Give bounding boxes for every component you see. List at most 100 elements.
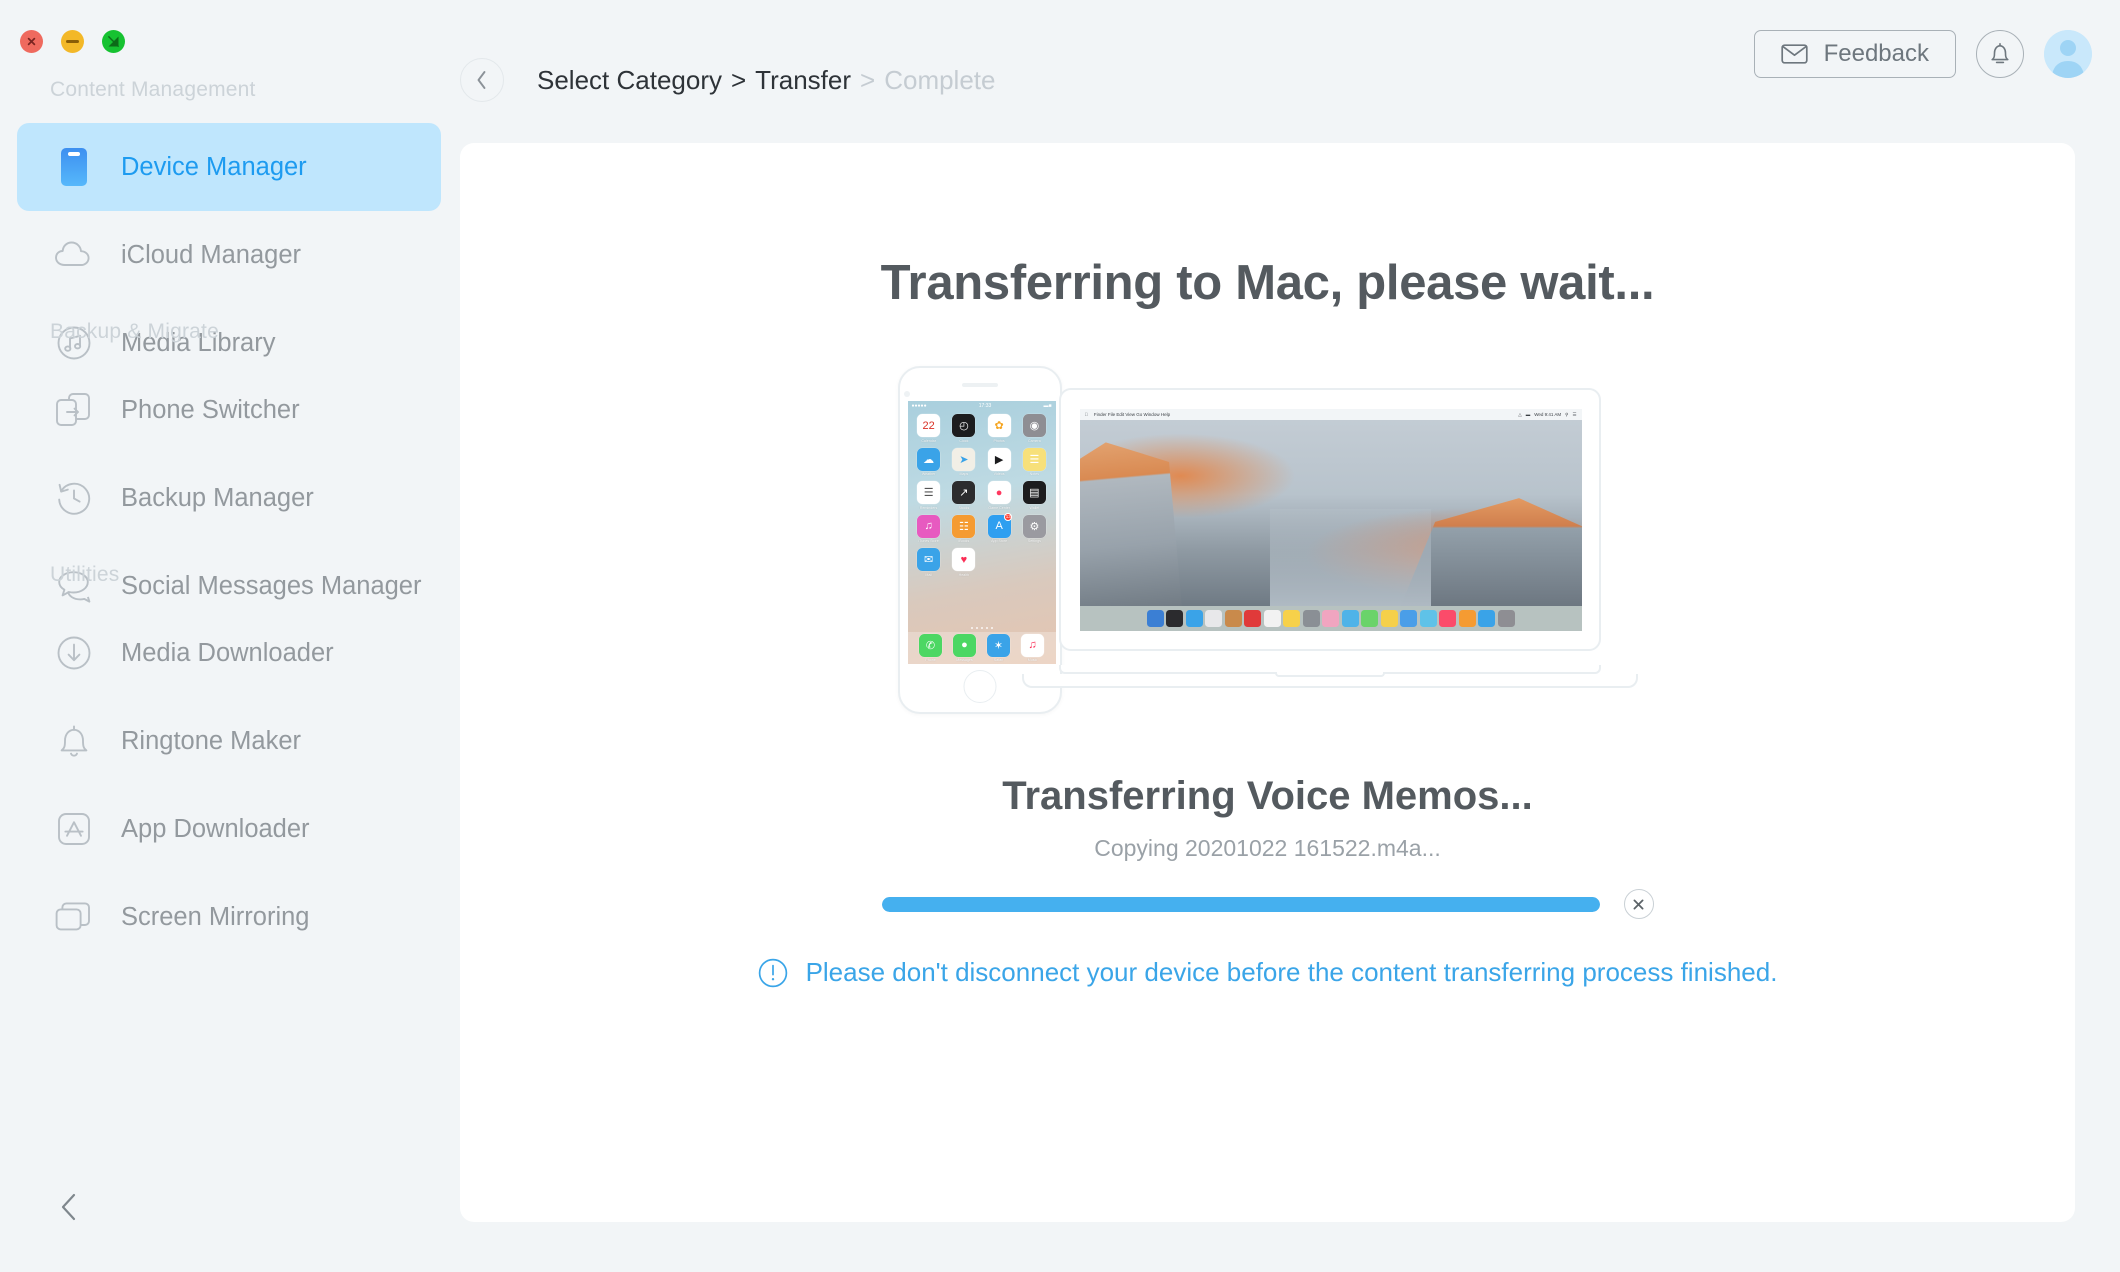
phone-transfer-icon [53, 389, 95, 431]
mac-dock [1079, 606, 1582, 631]
app-label: Messages [956, 658, 973, 663]
sidebar-item-backup-manager[interactable]: Backup Manager [17, 454, 441, 542]
sidebar-item-label: Media Downloader [121, 638, 334, 667]
sidebar-item-device-manager[interactable]: Device Manager [17, 123, 441, 211]
mac-dock-icon [1185, 610, 1203, 627]
ios-app-icon: ♫ iTunes Store [915, 514, 943, 543]
app-glyph: ☷ [952, 514, 976, 538]
mac-menu-right: △ ▬ Wed 9:41 AM ⚲ ☰ [1518, 412, 1576, 418]
progress-bar [881, 896, 1600, 912]
sidebar-section-title-content-management: Content Management [50, 78, 256, 101]
app-label: Calendar [921, 438, 936, 443]
bell-icon [1991, 43, 2009, 64]
mac-dock-icon [1458, 610, 1476, 627]
breadcrumb-item-transfer[interactable]: Transfer [755, 65, 851, 96]
top-bar-actions: Feedback [1753, 30, 2092, 78]
sidebar-item-label: Ringtone Maker [121, 726, 302, 755]
app-glyph: ▶ [987, 447, 1011, 471]
battery-icon: ▬ [1525, 412, 1531, 417]
download-circle-icon [53, 632, 95, 674]
macbook-illustration:  Finder File Edit View Go Window Help △… [1021, 388, 1638, 688]
sidebar-section-title-utilities: Utilities [50, 563, 120, 586]
sidebar-item-media-downloader[interactable]: Media Downloader [17, 609, 441, 697]
macbook-base [1021, 672, 1638, 688]
mac-dock-icon [1419, 610, 1437, 627]
app-glyph: 22 [917, 414, 941, 437]
wallpaper-cliff-left [1079, 442, 1182, 606]
macbook-lid:  Finder File Edit View Go Window Help △… [1058, 388, 1601, 651]
mac-dock-icon [1283, 610, 1300, 627]
notifications-button[interactable] [1976, 30, 2024, 78]
app-label: Maps [959, 472, 969, 476]
transfer-illustration: ●●●●● 17:33 ▬■ 22 Calendar ◴ Clock ✿ Photos ◉ C… [897, 366, 1638, 716]
app-glyph: ✿ [987, 414, 1011, 437]
breadcrumb-item-select-category[interactable]: Select Category [537, 65, 722, 96]
transfer-progress-row [460, 889, 2075, 919]
mac-wallpaper [1079, 420, 1582, 606]
envelope-icon [1780, 44, 1808, 64]
macbook-notch [1274, 672, 1385, 677]
ios-app-icon: ▶ Videos [985, 447, 1013, 476]
device-phone-icon [53, 146, 95, 188]
ios-app-icon: ◴ Clock [950, 414, 978, 443]
app-label: Videos [993, 472, 1005, 476]
sidebar: Content Management Device Manager iCloud… [0, 0, 460, 1272]
app-glyph: ✆ [919, 633, 942, 657]
mac-dock-icon [1478, 610, 1495, 627]
feedback-button[interactable]: Feedback [1753, 30, 1956, 78]
app-label: Phone [925, 658, 936, 663]
ios-signal: ●●●●● [911, 402, 927, 409]
mac-menu-bar:  Finder File Edit View Go Window Help △… [1079, 409, 1582, 420]
mac-clock: Wed 9:41 AM [1534, 412, 1562, 417]
avatar[interactable] [2044, 30, 2092, 78]
close-window-button[interactable] [20, 30, 43, 53]
sidebar-item-ringtone-maker[interactable]: Ringtone Maker [17, 697, 441, 785]
cancel-transfer-button[interactable] [1623, 889, 1654, 919]
sidebar-item-screen-mirroring[interactable]: Screen Mirroring [17, 873, 441, 961]
mac-dock-icon [1205, 610, 1222, 627]
mac-dock-icon [1400, 610, 1417, 627]
chevron-left-icon [477, 71, 486, 89]
sidebar-collapse-button[interactable] [52, 1190, 86, 1224]
mac-dock-icon [1380, 610, 1398, 627]
minimize-icon [66, 40, 79, 43]
app-label: iBooks [958, 539, 970, 543]
spotlight-icon: ⚲ [1565, 411, 1569, 417]
app-glyph: ☰ [917, 481, 941, 504]
sidebar-item-label: iCloud Manager [121, 240, 302, 269]
breadcrumb-item-complete: Complete [884, 64, 996, 95]
app-label: Photos [993, 438, 1005, 443]
ios-app-icon: ● Game Center [985, 481, 1013, 510]
ios-dock-icon: ✶ Safari [987, 633, 1010, 662]
back-button[interactable] [460, 58, 504, 102]
app-glyph: ✶ [987, 633, 1010, 657]
sidebar-item-app-downloader[interactable]: App Downloader [17, 785, 441, 873]
sidebar-item-label: App Downloader [121, 814, 310, 843]
macbook-screen:  Finder File Edit View Go Window Help △… [1079, 409, 1582, 631]
close-x-icon [1633, 899, 1644, 909]
mac-dock-icon [1146, 610, 1164, 627]
wifi-icon: △ [1518, 411, 1522, 417]
app-label: Weather [921, 472, 936, 476]
ios-app-icon: A 13 App Store [985, 512, 1013, 543]
phone-home-button [963, 670, 996, 703]
sidebar-item-phone-switcher[interactable]: Phone Switcher [17, 366, 441, 454]
cloud-icon [53, 234, 95, 276]
app-glyph: ➤ [952, 447, 976, 471]
window-controls [20, 30, 125, 53]
sidebar-item-label: Backup Manager [121, 483, 314, 512]
minimize-window-button[interactable] [61, 30, 84, 53]
ios-app-icon: ☷ iBooks [950, 514, 978, 543]
sidebar-item-icloud-manager[interactable]: iCloud Manager [17, 211, 441, 299]
phone-camera [903, 391, 910, 397]
maximize-window-button[interactable] [102, 30, 125, 53]
ios-app-icon: ↗ Stocks [950, 481, 978, 510]
mac-dock-icon [1439, 610, 1456, 627]
app-label: Reminders [919, 505, 938, 510]
sidebar-item-label: Screen Mirroring [121, 902, 310, 931]
ios-app-icon: ✉ Mail [915, 548, 943, 577]
user-avatar-icon [2044, 30, 2092, 78]
mac-dock-icon [1497, 610, 1515, 627]
app-label: Game Center [988, 505, 1010, 510]
app-label: App Store [991, 539, 1008, 543]
